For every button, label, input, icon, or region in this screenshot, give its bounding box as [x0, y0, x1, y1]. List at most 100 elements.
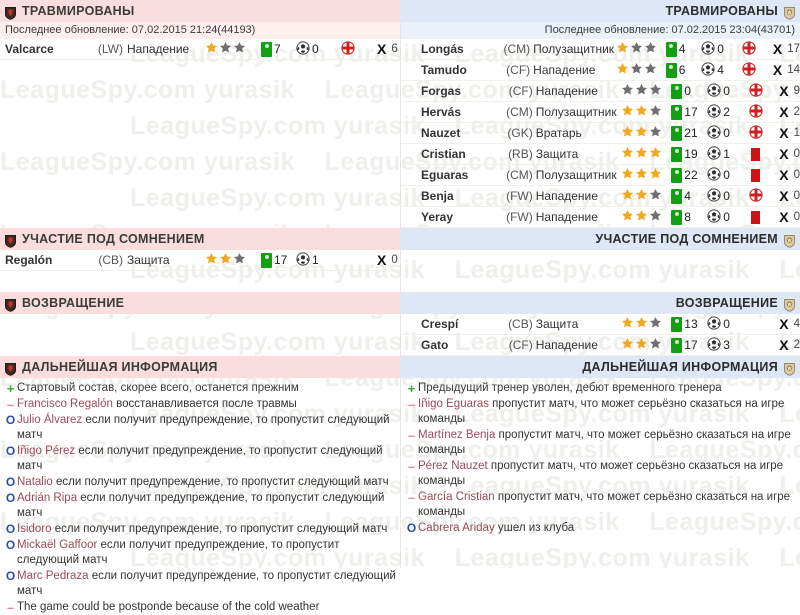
table-row[interactable]: Valcarce (LW) Нападение 7 0 X 6	[0, 39, 400, 60]
player-rating	[621, 188, 668, 204]
mentioned-player-name[interactable]: Iñigo Eguaras	[418, 398, 489, 410]
mentioned-player-name[interactable]: Iñigo Pérez	[17, 445, 75, 457]
player-position-code: (RB)	[508, 147, 533, 161]
player-name: Hervás	[421, 105, 462, 119]
goals-count: 0	[723, 84, 730, 98]
rating-star	[621, 125, 634, 141]
info-text: Adrián Ripa если получит предупреждение,…	[17, 492, 385, 519]
missed-matches-count: 2	[793, 106, 800, 118]
table-row[interactable]: Hervás (CM) Полузащитник 17 2 X 2	[401, 102, 800, 123]
empty-row	[0, 102, 400, 123]
section-header-returning-right: ВОЗВРАЩЕНИЕ	[401, 292, 800, 314]
mentioned-player-name[interactable]: Cabrera Ariday	[418, 522, 495, 534]
missed-matches-count: 0	[793, 190, 800, 202]
section-title: ТРАВМИРОВАНЫ	[22, 4, 135, 18]
mentioned-player-name[interactable]: Francisco Regalón	[17, 398, 113, 410]
mentioned-player-name[interactable]: Natalio	[17, 476, 53, 488]
table-row[interactable]: Cristian (RB) Защита 19 1 X 0	[401, 144, 800, 165]
table-row[interactable]: Gato (CF) Нападение 17 3 X 2	[401, 335, 800, 356]
section-header-doubtful-left: УЧАСТИЕ ПОД СОМНЕНИЕМ	[0, 228, 400, 250]
mentioned-player-name[interactable]: Julio Álvarez	[17, 414, 82, 426]
info-text: Iñigo Pérez если получит предупреждение,…	[17, 445, 383, 472]
green-shirt-badge-icon	[665, 41, 677, 57]
appearances-count: 17	[684, 338, 698, 352]
goals-count: 1	[312, 253, 319, 267]
mentioned-player-name[interactable]: Pérez Nauzet	[418, 460, 488, 472]
green-shirt-badge-icon	[671, 104, 683, 120]
table-row[interactable]: Regalón (CB) Защита 17 1 X 0	[0, 250, 400, 271]
rating-star	[219, 252, 232, 268]
green-shirt-badge-icon	[671, 188, 683, 204]
football-icon	[703, 336, 721, 354]
table-row[interactable]: Benja (FW) Нападение 4 0 X 0	[401, 186, 800, 207]
table-row[interactable]: Yeray (FW) Нападение 8 0 X 0	[401, 207, 800, 228]
mentioned-player-name[interactable]: Marc Pedraza	[17, 570, 89, 582]
rating-star	[621, 167, 634, 183]
table-row[interactable]: Tamudo (CF) Нападение 6 4 X 14	[401, 60, 800, 81]
info-text: Julio Álvarez если получит предупреждени…	[17, 414, 390, 441]
crest-icon	[784, 297, 795, 312]
circle-icon: O	[5, 475, 16, 489]
table-row[interactable]: Forgas (CF) Нападение 0 0 X 9	[401, 81, 800, 102]
goals-count: 0	[312, 42, 319, 56]
player-role: Вратарь	[535, 126, 582, 140]
green-shirt-badge-icon	[261, 41, 272, 57]
mentioned-player-name[interactable]: Isidoro	[17, 523, 52, 535]
mentioned-player-name[interactable]: Adrián Ripa	[17, 492, 77, 504]
rating-star	[649, 337, 662, 353]
red-cross-medical-icon	[742, 61, 757, 79]
player-status-icon	[742, 61, 757, 79]
plus-icon: +	[6, 381, 15, 396]
crest-icon	[5, 233, 16, 248]
player-status-icon	[748, 210, 763, 224]
list-item: O Marc Pedraza если получит предупреждени…	[4, 569, 396, 599]
table-row[interactable]: Longás (CM) Полузащитник 4 0 X 17	[401, 39, 800, 60]
appearances-count: 7	[274, 42, 281, 56]
green-shirt-badge-icon	[671, 146, 683, 162]
goals-count: 0	[723, 168, 730, 182]
table-row[interactable]: Crespí (CB) Защита 13 0 X 4	[401, 314, 800, 335]
x-mark-icon: X	[779, 125, 789, 141]
mentioned-player-name[interactable]: Mickaël Gaffoor	[17, 539, 97, 551]
appearances-count: 4	[684, 189, 691, 203]
table-row[interactable]: Nauzet (GK) Вратарь 21 0 X 1	[401, 123, 800, 144]
rating-star	[649, 188, 662, 204]
player-list-injured-right: Longás (CM) Полузащитник 4 0 X 17 Tamudo (CF) Нап…	[401, 39, 800, 228]
info-text: The game could be postponde because of t…	[17, 601, 320, 613]
crest-icon	[5, 297, 16, 312]
minus-icon: –	[407, 490, 416, 505]
red-cross-medical-icon	[742, 40, 757, 58]
empty-row	[0, 144, 400, 165]
player-role: Полузащитник	[535, 168, 617, 182]
player-list-returning-right: Crespí (CB) Защита 13 0 X 4 Gato (CF) Нападение 17…	[401, 314, 800, 356]
player-rating	[621, 337, 668, 353]
rating-star	[621, 316, 634, 332]
player-role: Нападение	[535, 338, 598, 352]
rating-star	[233, 252, 246, 268]
rating-star	[635, 188, 648, 204]
goals-count: 0	[723, 317, 730, 331]
crest-icon	[5, 361, 16, 376]
list-item: O Adrián Ripa если получит предупреждение…	[4, 491, 396, 521]
player-status-icon	[340, 40, 355, 58]
player-status-icon	[742, 40, 757, 58]
player-name: Gato	[421, 338, 449, 352]
player-name: Crespí	[421, 317, 459, 331]
rating-star	[635, 146, 648, 162]
info-text: Mickaël Gaffoor если получит предупрежде…	[17, 539, 340, 566]
x-mark-icon: X	[772, 62, 783, 78]
football-icon	[697, 61, 715, 79]
minus-icon: –	[407, 428, 416, 443]
rating-star	[205, 252, 218, 268]
player-name: Longás	[421, 42, 464, 56]
player-rating	[621, 146, 668, 162]
table-row[interactable]: Eguaras (CM) Полузащитник 22 0 X 0	[401, 165, 800, 186]
appearances-count: 17	[274, 253, 288, 267]
green-shirt-badge-icon	[671, 316, 683, 332]
mentioned-player-name[interactable]: Martínez Benja	[418, 429, 495, 441]
x-mark-icon: X	[772, 41, 783, 57]
player-status-icon	[748, 124, 763, 142]
mentioned-player-name[interactable]: García Cristian	[418, 491, 495, 503]
away-team-column: ТРАВМИРОВАНЫ Последнее обновление: 07.02…	[400, 0, 800, 568]
player-role: Защита	[535, 147, 579, 161]
